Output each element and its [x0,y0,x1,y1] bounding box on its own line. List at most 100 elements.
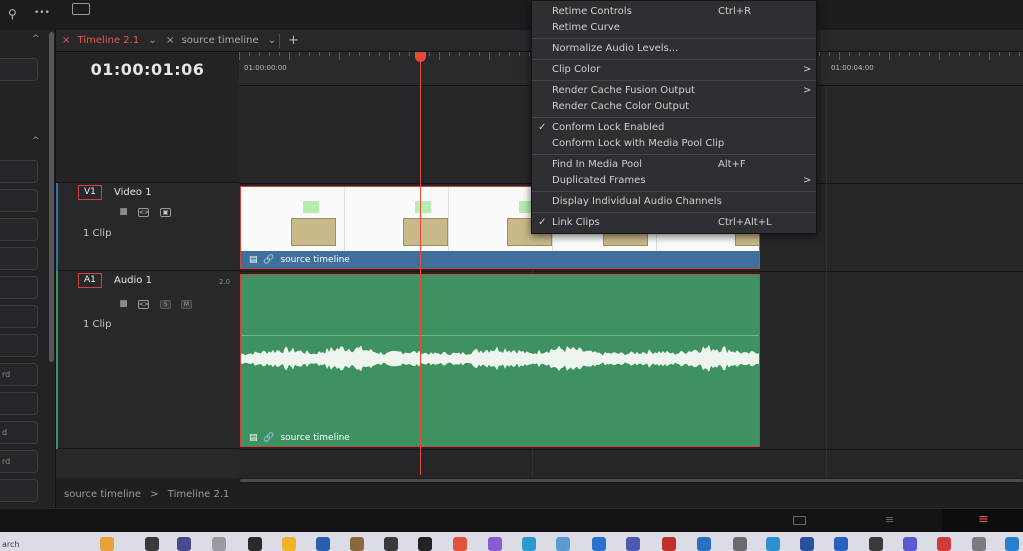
panel-field[interactable] [0,58,38,81]
timecode-header: 01:00:01:06 [56,52,239,86]
os-taskbar: arch [0,532,1023,551]
audio-clip-label-bar: ▤ 🔗 source timeline [241,429,759,446]
menu-item-render-cache-fusion[interactable]: Render Cache Fusion Output [552,85,695,96]
breadcrumb-parent[interactable]: source timeline [64,489,141,500]
collapse-chevron-icon[interactable]: ^ [32,34,40,44]
panel-field[interactable] [0,392,38,415]
taskbar-app-icon[interactable] [282,537,296,551]
media-page-icon[interactable] [793,516,806,525]
collapse-chevron-icon[interactable]: ^ [32,136,40,146]
panel-field[interactable] [0,276,38,299]
auto-select-icon[interactable]: <> [138,300,149,309]
timeline-scrollbar[interactable] [240,479,1023,482]
taskbar-app-icon[interactable] [453,537,467,551]
taskbar-app-icon[interactable] [766,537,780,551]
taskbar-app-icon[interactable] [869,537,883,551]
ruler-end-time: 01:00:04:00 [831,64,874,72]
clip-context-menu: Retime Controls Ctrl+R Retime Curve Norm… [531,0,817,234]
taskbar-app-icon[interactable] [834,537,848,551]
panel-field-partial[interactable]: d [0,421,38,444]
solo-button[interactable]: S [160,300,171,309]
video-track-name[interactable]: Video 1 [114,187,152,198]
taskbar-app-icon[interactable] [100,537,114,551]
playhead-line[interactable] [420,52,421,475]
taskbar-search-text[interactable]: arch [2,540,19,549]
track-divider [239,449,1023,450]
taskbar-app-icon[interactable] [316,537,330,551]
menu-item-link-clips[interactable]: Link Clips [552,217,600,228]
tab-source-timeline[interactable]: × source timeline ⌄ [166,30,276,52]
taskbar-app-icon[interactable] [800,537,814,551]
cut-page-icon[interactable]: ≡ [885,513,894,526]
taskbar-app-icon[interactable] [145,537,159,551]
taskbar-app-icon[interactable] [903,537,917,551]
audio-clip-label: ▤ 🔗 source timeline [249,433,350,443]
panel-field[interactable] [0,218,38,241]
chevron-down-icon[interactable]: ⌄ [148,35,156,46]
clip-name: source timeline [280,255,350,265]
taskbar-app-icon[interactable] [937,537,951,551]
panel-field[interactable] [0,334,38,357]
menu-item-conform-lock-media-pool[interactable]: Conform Lock with Media Pool Clip [552,138,724,149]
search-icon[interactable]: ⚲ [8,7,17,21]
auto-select-icon[interactable]: <> [138,208,149,217]
grid-line [826,86,827,478]
edit-page-icon[interactable]: ≡ [978,512,989,527]
menu-item-duplicated-frames[interactable]: Duplicated Frames [552,175,646,186]
taskbar-app-icon[interactable] [177,537,191,551]
close-icon[interactable]: × [166,35,174,46]
track-color-strip [56,271,58,449]
taskbar-app-icon[interactable] [350,537,364,551]
panel-field[interactable] [0,189,38,212]
taskbar-app-icon[interactable] [1005,537,1019,551]
lock-icon[interactable]: ■ [118,208,129,218]
menu-item-clip-color[interactable]: Clip Color [552,64,600,75]
audio-clip[interactable]: ▤ 🔗 source timeline [240,274,760,447]
menu-item-retime-controls[interactable]: Retime Controls [552,6,632,17]
taskbar-app-icon[interactable] [556,537,570,551]
more-options-icon[interactable]: ••• [34,8,50,18]
taskbar-app-icon[interactable] [662,537,676,551]
panel-scrollbar[interactable] [49,32,54,362]
taskbar-app-icon[interactable] [248,537,262,551]
tab-divider [279,34,280,48]
panel-field[interactable] [0,160,38,183]
audio-track-header[interactable]: A1 Audio 1 2.0 ■ <> S M 1 Clip [56,271,239,449]
taskbar-app-icon[interactable] [212,537,226,551]
mute-button[interactable]: M [181,300,192,309]
menu-item-find-in-media-pool[interactable]: Find In Media Pool [552,159,642,170]
taskbar-app-icon[interactable] [733,537,747,551]
timeline-view-icon[interactable] [72,3,90,15]
close-icon[interactable]: × [62,35,70,46]
audio-waveform [241,344,759,372]
panel-field-partial[interactable]: rd [0,450,38,473]
taskbar-app-icon[interactable] [488,537,502,551]
taskbar-app-icon[interactable] [522,537,536,551]
menu-separator [532,80,816,81]
taskbar-app-icon[interactable] [592,537,606,551]
taskbar-app-icon[interactable] [418,537,432,551]
disable-track-icon[interactable]: ▣ [160,208,171,217]
chevron-down-icon[interactable]: ⌄ [268,35,276,46]
panel-field-partial[interactable]: rd [0,363,38,386]
taskbar-app-icon[interactable] [697,537,711,551]
menu-shortcut: Ctrl+Alt+L [718,217,772,228]
panel-field[interactable] [0,479,38,502]
panel-field[interactable] [0,305,38,328]
tab-timeline-2-1[interactable]: × Timeline 2.1 ⌄ [62,30,157,52]
panel-field[interactable] [0,247,38,270]
taskbar-app-icon[interactable] [384,537,398,551]
menu-item-display-audio-channels[interactable]: Display Individual Audio Channels [552,196,722,207]
add-tab-icon[interactable]: + [288,33,299,48]
taskbar-app-icon[interactable] [626,537,640,551]
lock-icon[interactable]: ■ [118,300,129,310]
video-track-header[interactable]: V1 Video 1 ■ <> ▣ 1 Clip [56,183,239,271]
menu-item-render-cache-color[interactable]: Render Cache Color Output [552,101,689,112]
menu-item-retime-curve[interactable]: Retime Curve [552,22,620,33]
menu-item-conform-lock-enabled[interactable]: Conform Lock Enabled [552,122,664,133]
breadcrumb-current[interactable]: Timeline 2.1 [168,489,230,500]
audio-track-name[interactable]: Audio 1 [114,275,152,286]
taskbar-app-icon[interactable] [972,537,986,551]
menu-item-normalize-audio[interactable]: Normalize Audio Levels... [552,43,678,54]
menu-separator [532,154,816,155]
